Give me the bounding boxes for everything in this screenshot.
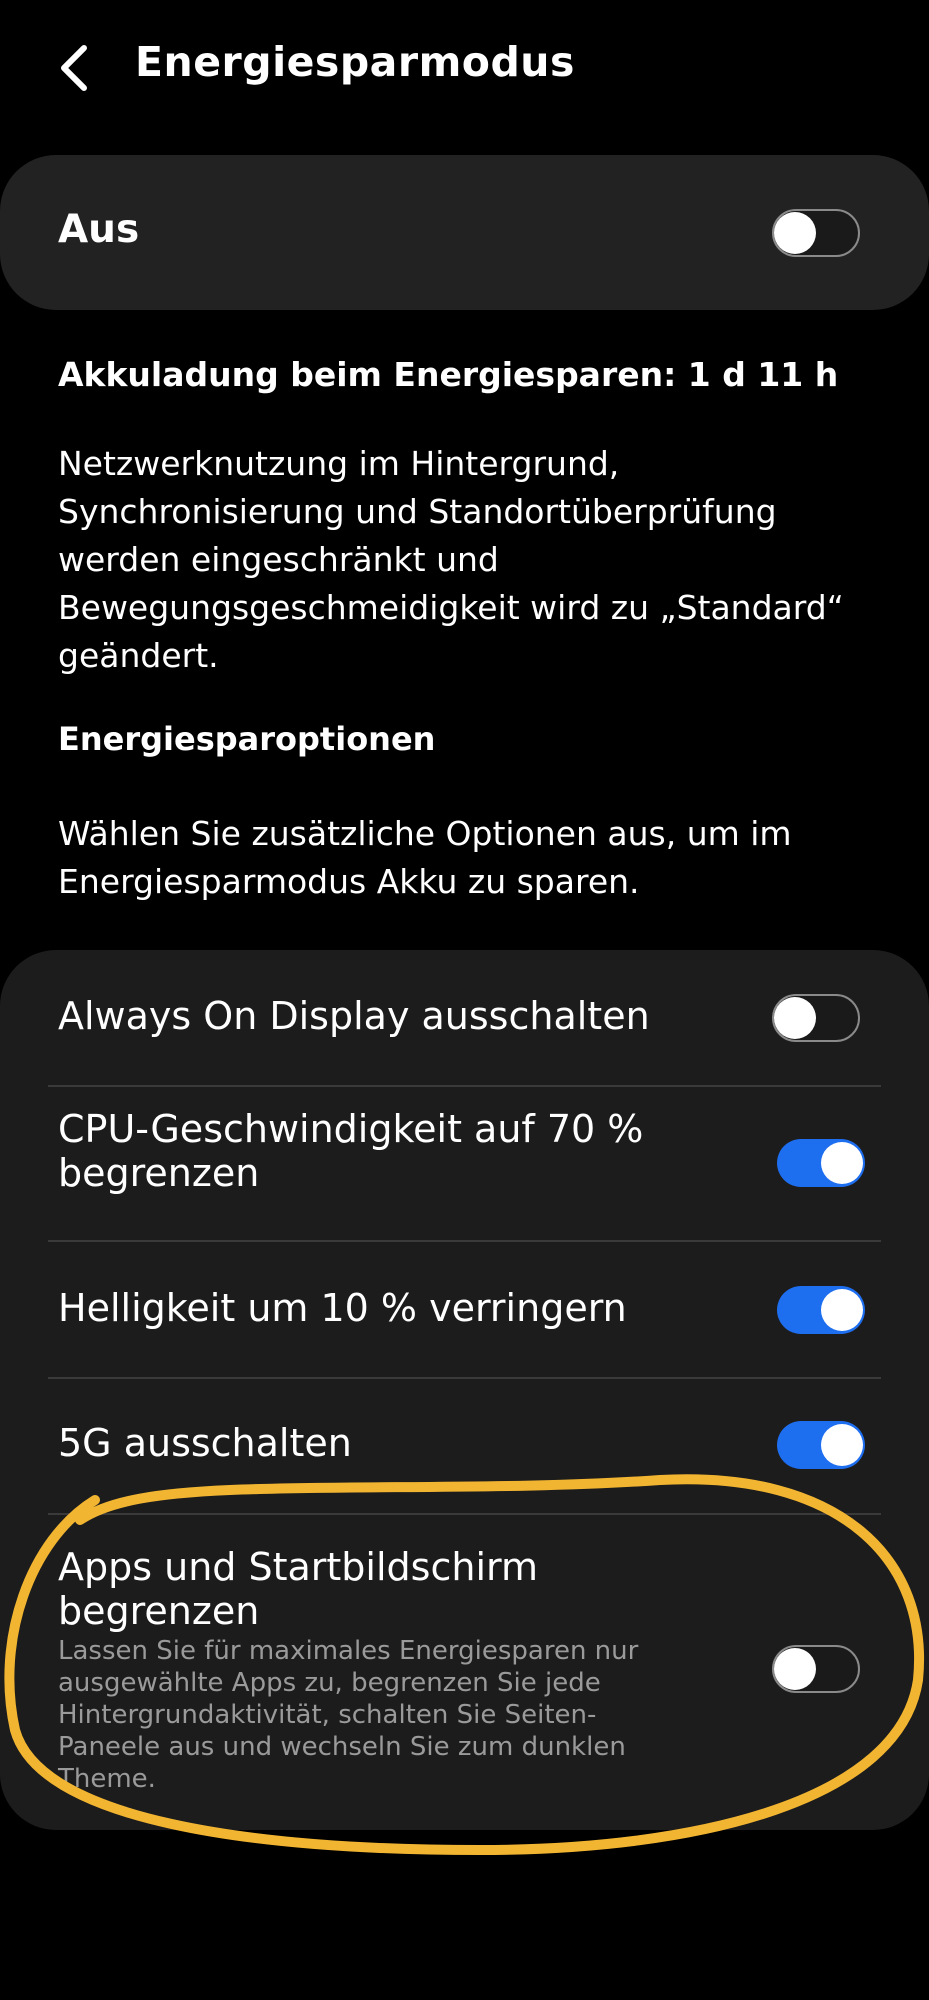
option-label: 5G ausschalten <box>58 1421 352 1465</box>
option-row-cpu-limit[interactable]: CPU-Geschwindigkeit auf 70 % begrenzen <box>0 1087 929 1240</box>
toggle-limit-apps[interactable] <box>772 1645 860 1693</box>
master-switch-row[interactable]: Aus <box>0 155 929 310</box>
toggle-5g[interactable] <box>777 1421 865 1469</box>
master-switch-label: Aus <box>58 207 140 252</box>
option-label: Apps und Startbildschirm begrenzen <box>58 1545 538 1633</box>
toggle-brightness[interactable] <box>777 1286 865 1334</box>
option-label: Always On Display ausschalten <box>58 994 650 1038</box>
option-row-5g[interactable]: 5G ausschalten <box>0 1379 929 1513</box>
master-toggle[interactable] <box>772 209 860 257</box>
options-card: Always On Display ausschalten CPU-Geschw… <box>0 950 929 1830</box>
option-label: CPU-Geschwindigkeit auf 70 % begrenzen <box>58 1107 644 1195</box>
section-title: Energiesparoptionen <box>58 720 436 758</box>
chevron-left-icon <box>61 45 87 91</box>
option-label: Helligkeit um 10 % verringern <box>58 1286 627 1330</box>
section-description: Wählen Sie zusätzliche Optionen aus, um … <box>58 814 792 901</box>
option-sublabel: Lassen Sie für maximales Energiesparen n… <box>58 1636 639 1794</box>
battery-estimate: Akkuladung beim Energiesparen: 1 d 11 h <box>58 355 839 394</box>
toggle-always-on-display[interactable] <box>772 994 860 1042</box>
app-header: Energiesparmodus <box>0 0 929 140</box>
toggle-cpu-limit[interactable] <box>777 1139 865 1187</box>
page-title: Energiesparmodus <box>135 38 575 86</box>
option-row-always-on-display[interactable]: Always On Display ausschalten <box>0 950 929 1085</box>
option-row-limit-apps[interactable]: Apps und Startbildschirm begrenzen Lasse… <box>0 1515 929 1825</box>
back-button[interactable] <box>52 40 100 96</box>
option-row-brightness[interactable]: Helligkeit um 10 % verringern <box>0 1242 929 1377</box>
mode-description: Netzwerknutzung im Hintergrund, Synchron… <box>58 444 844 675</box>
